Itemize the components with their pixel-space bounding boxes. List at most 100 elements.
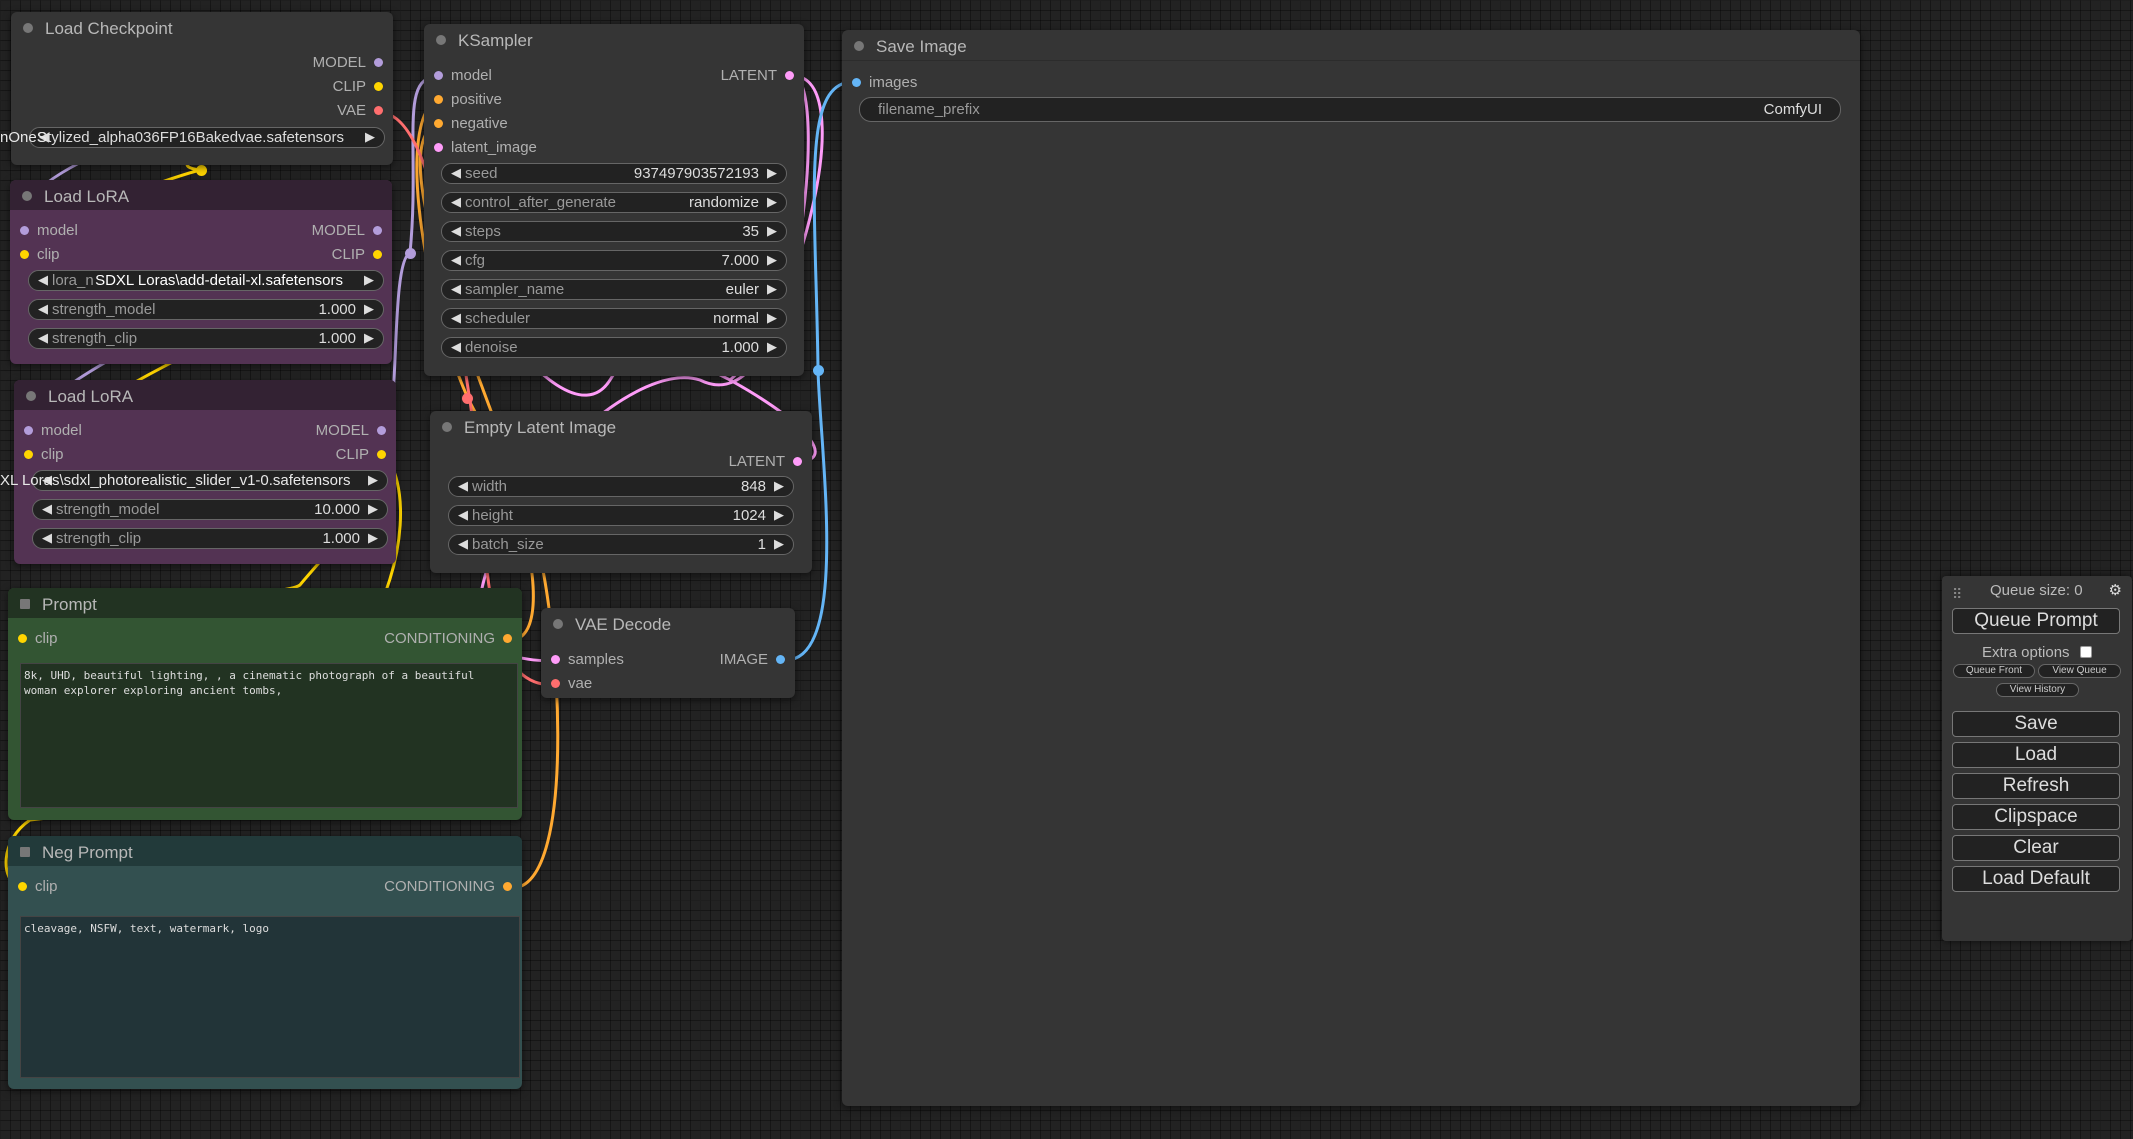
slot-pin-icon[interactable] (434, 94, 443, 104)
load-button[interactable]: Load (1952, 742, 2120, 768)
input-model[interactable]: model (24, 422, 82, 439)
collapse-dot-icon[interactable] (442, 422, 452, 432)
ksampler-node[interactable]: KSampler model positive negative latent_… (424, 24, 804, 376)
output-latent[interactable]: LATENT (729, 453, 802, 470)
arrow-right-icon[interactable]: ▶ (368, 472, 378, 488)
slot-pin-icon[interactable] (24, 449, 33, 459)
prompt-node[interactable]: Prompt clip CONDITIONING 8k, UHD, beauti… (8, 588, 522, 820)
strength-model-widget[interactable]: ◀ strength_model 10.000 ▶ (32, 499, 388, 520)
prompt-text-area[interactable]: 8k, UHD, beautiful lighting, , a cinemat… (20, 663, 518, 808)
arrow-right-icon[interactable]: ▶ (368, 530, 378, 546)
input-images[interactable]: images (852, 74, 917, 91)
load-checkpoint-node[interactable]: Load Checkpoint MODEL CLIP VAE ◀ Stylize… (11, 12, 393, 165)
view-history-button[interactable]: View History (1996, 683, 2079, 697)
input-negative[interactable]: negative (434, 115, 508, 132)
gear-icon[interactable]: ⚙ (2109, 581, 2122, 599)
input-samples[interactable]: samples (551, 651, 624, 668)
arrow-left-icon[interactable]: ◀ (38, 301, 48, 317)
steps-widget[interactable]: ◀ steps 35 ▶ (441, 221, 787, 242)
clipspace-button[interactable]: Clipspace (1952, 804, 2120, 830)
output-clip[interactable]: CLIP (336, 446, 386, 463)
arrow-left-icon[interactable]: ◀ (451, 252, 461, 268)
input-model[interactable]: model (434, 67, 492, 84)
arrow-left-icon[interactable]: ◀ (458, 536, 468, 552)
input-clip[interactable]: clip (18, 878, 58, 895)
arrow-left-icon[interactable]: ◀ (451, 281, 461, 297)
height-widget[interactable]: ◀ height 1024 ▶ (448, 505, 794, 526)
collapse-dot-icon[interactable] (854, 41, 864, 51)
slot-pin-icon[interactable] (374, 81, 383, 91)
slot-pin-icon[interactable] (503, 881, 512, 891)
output-conditioning[interactable]: CONDITIONING (384, 878, 512, 895)
arrow-left-icon[interactable]: ◀ (451, 339, 461, 355)
collapse-dot-icon[interactable] (23, 23, 33, 33)
slot-pin-icon[interactable] (434, 70, 443, 80)
output-conditioning[interactable]: CONDITIONING (384, 630, 512, 647)
input-clip[interactable]: clip (20, 246, 60, 263)
slot-pin-icon[interactable] (434, 142, 443, 152)
view-queue-button[interactable]: View Queue (2038, 664, 2121, 678)
control-after-generate-widget[interactable]: ◀ control_after_generate randomize ▶ (441, 192, 787, 213)
vae-decode-node[interactable]: VAE Decode samples vae IMAGE (541, 608, 795, 698)
arrow-right-icon[interactable]: ▶ (365, 129, 375, 145)
arrow-right-icon[interactable]: ▶ (364, 301, 374, 317)
slot-pin-icon[interactable] (20, 225, 29, 235)
collapse-square-icon[interactable] (20, 847, 30, 857)
slot-pin-icon[interactable] (377, 425, 386, 435)
slot-pin-icon[interactable] (793, 456, 802, 466)
slot-pin-icon[interactable] (374, 105, 383, 115)
collapse-dot-icon[interactable] (22, 191, 32, 201)
input-latent-image[interactable]: latent_image (434, 139, 537, 156)
strength-model-widget[interactable]: ◀ strength_model 1.000 ▶ (28, 299, 384, 320)
denoise-widget[interactable]: ◀ denoise 1.000 ▶ (441, 337, 787, 358)
slot-pin-icon[interactable] (20, 249, 29, 259)
slot-pin-icon[interactable] (373, 249, 382, 259)
node-header[interactable]: Save Image (842, 30, 1860, 61)
reroute-dot[interactable] (462, 393, 473, 404)
width-widget[interactable]: ◀ width 848 ▶ (448, 476, 794, 497)
filename-prefix-input[interactable]: filename_prefix ComfyUI (859, 97, 1841, 122)
output-model[interactable]: MODEL (313, 54, 383, 71)
node-header[interactable]: VAE Decode (541, 608, 795, 638)
input-positive[interactable]: positive (434, 91, 502, 108)
input-clip[interactable]: clip (18, 630, 58, 647)
arrow-right-icon[interactable]: ▶ (767, 310, 777, 326)
output-latent[interactable]: LATENT (721, 67, 794, 84)
slot-pin-icon[interactable] (24, 425, 33, 435)
ckpt-name-combo[interactable]: ◀ Stylized_alpha036FP16Bakedvae.safetens… (29, 127, 385, 148)
arrow-left-icon[interactable]: ◀ (38, 330, 48, 346)
save-image-node[interactable]: Save Image images filename_prefix ComfyU… (842, 30, 1860, 1106)
slot-pin-icon[interactable] (551, 678, 560, 688)
empty-latent-image-node[interactable]: Empty Latent Image LATENT ◀ width 848 ▶ ◀ he… (430, 411, 812, 573)
slot-pin-icon[interactable] (434, 118, 443, 128)
slot-pin-icon[interactable] (18, 881, 27, 891)
arrow-right-icon[interactable]: ▶ (767, 223, 777, 239)
arrow-right-icon[interactable]: ▶ (774, 536, 784, 552)
arrow-left-icon[interactable]: ◀ (451, 165, 461, 181)
arrow-left-icon[interactable]: ◀ (458, 507, 468, 523)
arrow-left-icon[interactable]: ◀ (451, 310, 461, 326)
arrow-right-icon[interactable]: ▶ (368, 501, 378, 517)
slot-pin-icon[interactable] (503, 633, 512, 643)
refresh-button[interactable]: Refresh (1952, 773, 2120, 799)
node-header[interactable]: Load LoRA (10, 180, 392, 210)
node-header[interactable]: Neg Prompt (8, 836, 522, 866)
arrow-right-icon[interactable]: ▶ (774, 507, 784, 523)
slot-pin-icon[interactable] (785, 70, 794, 80)
arrow-right-icon[interactable]: ▶ (767, 194, 777, 210)
slot-pin-icon[interactable] (776, 654, 785, 664)
slot-pin-icon[interactable] (373, 225, 382, 235)
drag-handle-icon[interactable]: ⠿ (1952, 586, 1962, 603)
arrow-left-icon[interactable]: ◀ (451, 223, 461, 239)
arrow-left-icon[interactable]: ◀ (38, 272, 48, 288)
reroute-dot[interactable] (405, 248, 416, 259)
collapse-dot-icon[interactable] (26, 391, 36, 401)
extra-options-checkbox[interactable] (2080, 646, 2092, 658)
reroute-dot[interactable] (196, 165, 207, 176)
strength-clip-widget[interactable]: ◀ strength_clip 1.000 ▶ (32, 528, 388, 549)
slot-pin-icon[interactable] (18, 633, 27, 643)
arrow-right-icon[interactable]: ▶ (364, 272, 374, 288)
output-vae[interactable]: VAE (337, 102, 383, 119)
output-model[interactable]: MODEL (312, 222, 382, 239)
input-vae[interactable]: vae (551, 675, 592, 692)
